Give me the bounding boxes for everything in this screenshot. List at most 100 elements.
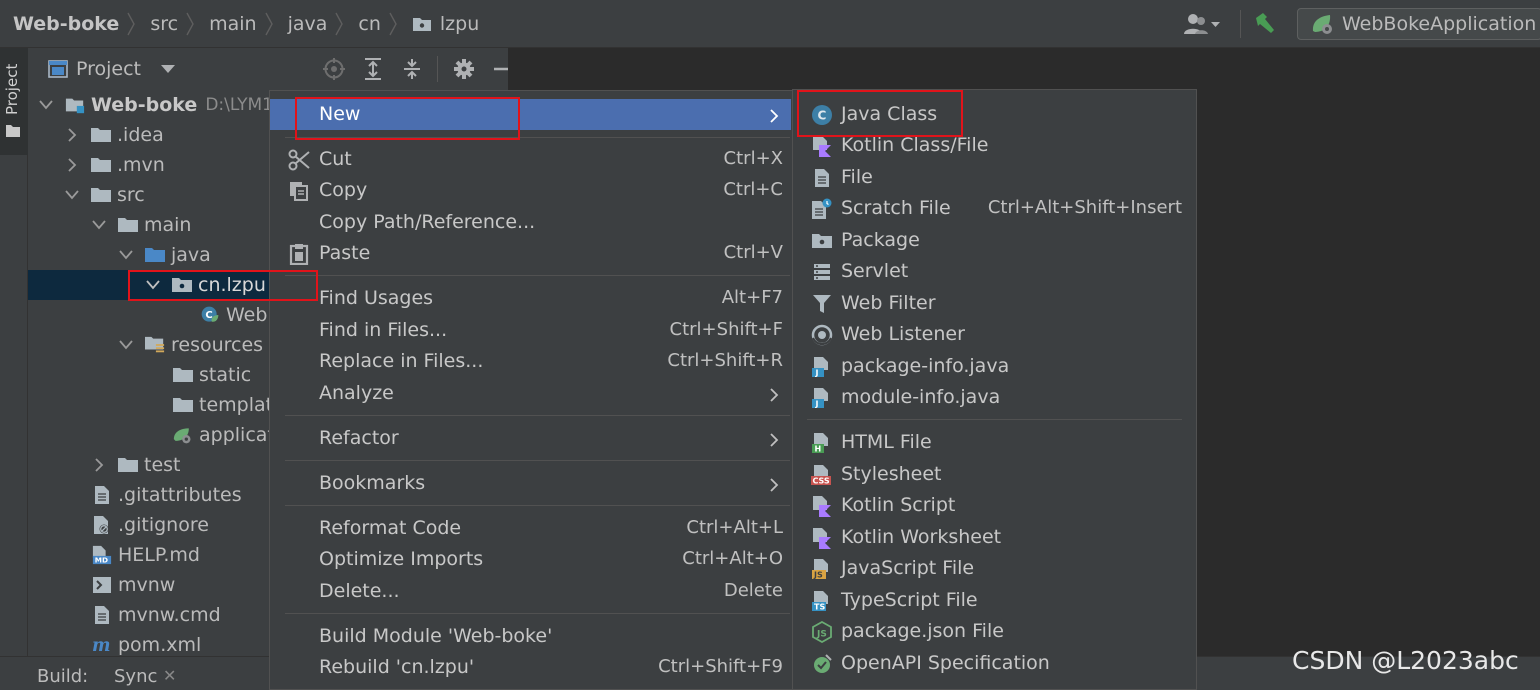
left-tool-stripe: Project	[0, 48, 28, 656]
menu-item-copy[interactable]: Copy Ctrl+C	[270, 175, 791, 206]
menu-item-replace-in-files[interactable]: Replace in Files... Ctrl+Shift+R	[270, 346, 791, 377]
submenu-item-html-file[interactable]: H HTML File	[793, 427, 1196, 458]
locate-target-icon[interactable]	[321, 56, 347, 82]
menu-item-find-usages[interactable]: Find Usages Alt+F7	[270, 283, 791, 314]
submenu-item-package-info[interactable]: J package-info.java	[793, 351, 1196, 382]
account-button[interactable]	[1184, 12, 1222, 36]
menu-item-paste[interactable]: Paste Ctrl+V	[270, 238, 791, 269]
tree-node-gitignore[interactable]: .gitignore	[28, 510, 270, 540]
svg-text:TS: TS	[814, 603, 825, 612]
submenu-item-openapi-specification[interactable]: OpenAPI Specification	[793, 648, 1196, 679]
menu-item-refactor[interactable]: Refactor	[270, 423, 791, 454]
tree-node-java[interactable]: java	[28, 240, 270, 270]
svg-text:H: H	[815, 445, 822, 454]
markdown-file-icon: MD	[92, 545, 112, 565]
chevron-right-icon	[263, 0, 275, 48]
menu-item-rebuild[interactable]: Rebuild 'cn.lzpu' Ctrl+Shift+F9	[270, 652, 791, 683]
breadcrumb-main[interactable]: main	[196, 0, 256, 48]
breadcrumb-src[interactable]: src	[137, 0, 178, 48]
collapse-all-icon[interactable]	[399, 56, 425, 82]
submenu-item-web-listener[interactable]: Web Listener	[793, 319, 1196, 350]
spring-boot-icon	[1312, 15, 1332, 34]
tree-node-help-md[interactable]: MD HELP.md	[28, 540, 270, 570]
toolbar-divider	[437, 56, 438, 82]
servlet-icon	[810, 260, 834, 284]
css-file-icon: CSS	[810, 463, 834, 487]
submenu-item-kotlin-worksheet[interactable]: Kotlin Worksheet	[793, 522, 1196, 553]
tree-node-pom-xml[interactable]: m pom.xml	[28, 630, 270, 656]
module-folder-icon	[65, 95, 85, 115]
expand-all-icon[interactable]	[360, 56, 386, 82]
tree-node-templates[interactable]: templat	[28, 390, 270, 420]
submenu-arrow-icon	[770, 386, 779, 407]
build-hammer-icon[interactable]	[1253, 11, 1279, 37]
tree-node-src[interactable]: src	[28, 180, 270, 210]
submenu-item-web-filter[interactable]: Web Filter	[793, 288, 1196, 319]
annotation-highlight-java-class	[797, 90, 963, 137]
menu-separator	[285, 505, 790, 506]
submenu-item-scratch-file[interactable]: Scratch File Ctrl+Alt+Shift+Insert	[793, 193, 1196, 224]
svg-text:J: J	[815, 400, 819, 409]
run-configuration-select[interactable]: WebBokeApplication	[1297, 8, 1540, 40]
breadcrumb-project[interactable]: Web-boke	[0, 0, 119, 48]
chevron-right-icon	[184, 0, 196, 48]
package-icon	[810, 229, 834, 253]
tree-node-application-properties[interactable]: applicat	[28, 420, 270, 450]
maven-icon: m	[92, 635, 112, 655]
submenu-item-kotlin-script[interactable]: Kotlin Script	[793, 490, 1196, 521]
menu-item-optimize-imports[interactable]: Optimize Imports Ctrl+Alt+O	[270, 544, 791, 575]
menu-item-analyze[interactable]: Analyze	[270, 378, 791, 409]
sync-tab[interactable]: Sync	[114, 666, 157, 687]
close-icon[interactable]: ✕	[163, 666, 176, 685]
svg-text:JS: JS	[816, 630, 827, 640]
menu-separator	[285, 460, 790, 461]
breadcrumb-lzpu[interactable]: lzpu	[399, 0, 479, 48]
menu-separator	[285, 415, 790, 416]
project-view-selector[interactable]: Project	[48, 58, 176, 80]
project-tool-window-tab[interactable]: Project	[0, 48, 28, 155]
tree-node-web-application[interactable]: C Web	[28, 300, 270, 330]
package-icon	[412, 17, 431, 31]
typescript-file-icon: TS	[810, 589, 834, 613]
menu-item-build-module[interactable]: Build Module 'Web-boke'	[270, 621, 791, 652]
submenu-item-package-json[interactable]: JS package.json File	[793, 616, 1196, 647]
text-file-icon	[810, 166, 834, 190]
submenu-item-stylesheet[interactable]: CSS Stylesheet	[793, 459, 1196, 490]
tree-node-main[interactable]: main	[28, 210, 270, 240]
menu-item-find-in-files[interactable]: Find in Files... Ctrl+Shift+F	[270, 315, 791, 346]
tree-node-static[interactable]: static	[28, 360, 270, 390]
gear-icon[interactable]	[451, 56, 477, 82]
tree-node-test[interactable]: test	[28, 450, 270, 480]
tree-node-mvn[interactable]: .mvn	[28, 150, 270, 180]
text-file-icon	[92, 485, 112, 505]
submenu-item-javascript-file[interactable]: JS JavaScript File	[793, 553, 1196, 584]
submenu-item-typescript-file[interactable]: TS TypeScript File	[793, 585, 1196, 616]
menu-separator	[807, 419, 1182, 420]
nodejs-icon: JS	[810, 620, 834, 644]
svg-text:JS: JS	[813, 571, 823, 580]
menu-separator	[285, 275, 790, 276]
submenu-item-package[interactable]: Package	[793, 225, 1196, 256]
tree-node-mvnw[interactable]: mvnw	[28, 570, 270, 600]
tree-node-gitattributes[interactable]: .gitattributes	[28, 480, 270, 510]
tree-node-idea[interactable]: .idea	[28, 120, 270, 150]
chevron-down-icon	[119, 338, 133, 352]
chevron-right-icon	[92, 458, 106, 472]
tree-node-mvnw-cmd[interactable]: mvnw.cmd	[28, 600, 270, 630]
menu-item-copy-path[interactable]: Copy Path/Reference...	[270, 207, 791, 238]
tree-node-resources[interactable]: resources	[28, 330, 270, 360]
menu-item-reformat-code[interactable]: Reformat Code Ctrl+Alt+L	[270, 513, 791, 544]
folder-icon	[173, 395, 193, 415]
folder-icon	[91, 155, 111, 175]
menu-item-delete[interactable]: Delete... Delete	[270, 576, 791, 607]
breadcrumb-cn[interactable]: cn	[345, 0, 381, 48]
menu-item-cut[interactable]: Cut Ctrl+X	[270, 144, 791, 175]
tree-node-web-boke[interactable]: Web-boke D:\LYM1	[28, 90, 270, 120]
breadcrumb-java[interactable]: java	[275, 0, 328, 48]
chevron-right-icon	[65, 158, 79, 172]
submenu-item-module-info[interactable]: J module-info.java	[793, 382, 1196, 413]
submenu-item-servlet[interactable]: Servlet	[793, 256, 1196, 287]
chevron-right-icon	[333, 0, 345, 48]
submenu-item-file[interactable]: File	[793, 162, 1196, 193]
menu-item-bookmarks[interactable]: Bookmarks	[270, 468, 791, 499]
